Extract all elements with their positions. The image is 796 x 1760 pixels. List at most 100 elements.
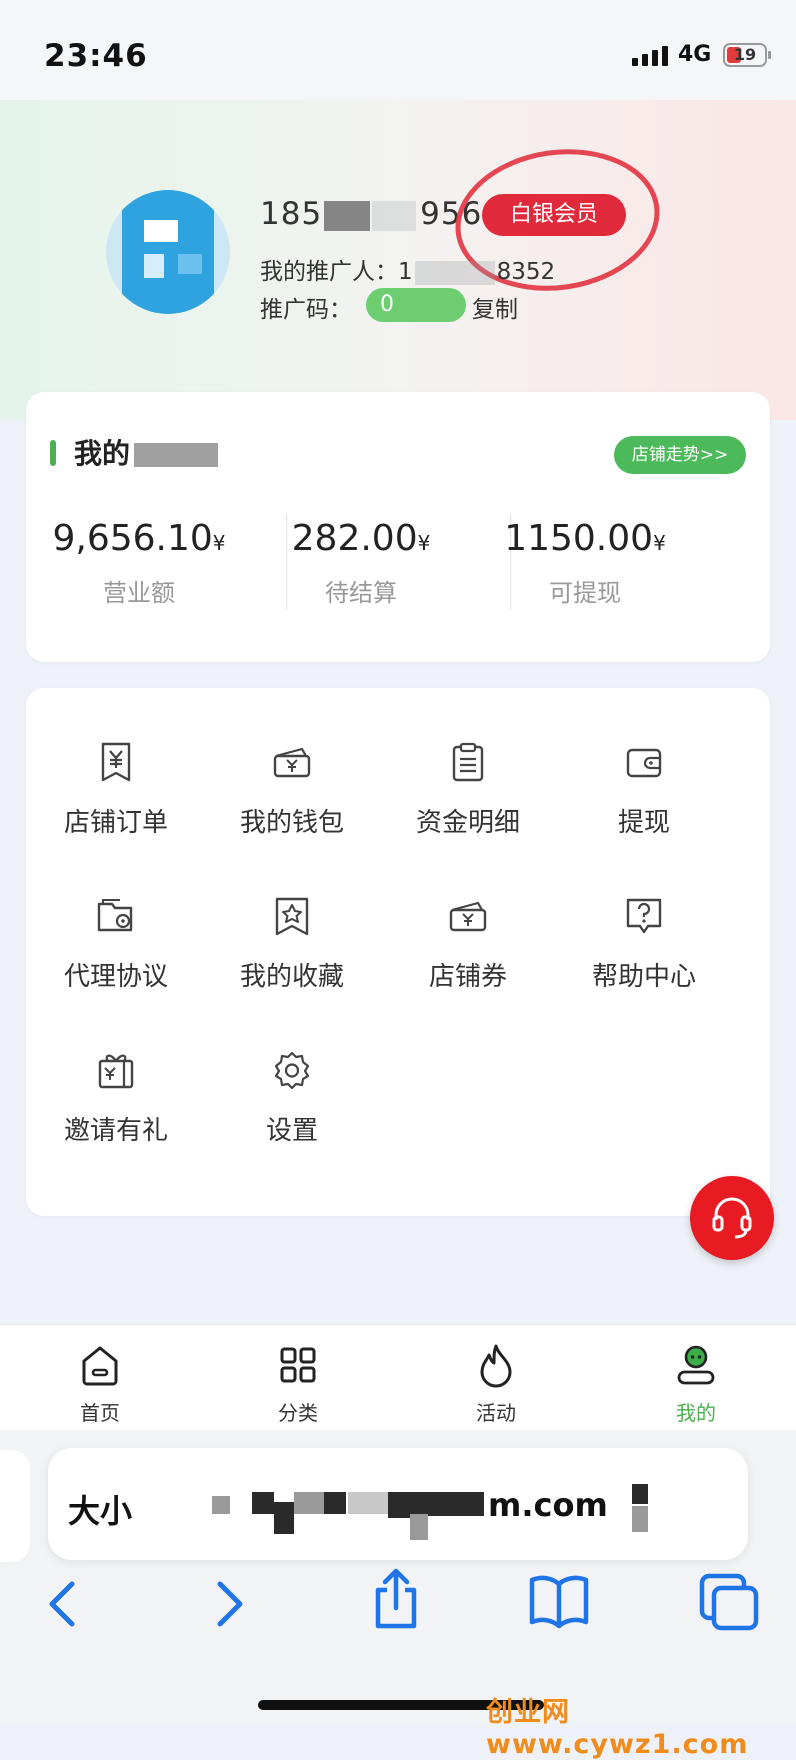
coupon-yen-icon: [449, 901, 487, 932]
menu-item-settings[interactable]: 设置: [204, 1048, 380, 1147]
shop-summary-card: 我的 店铺走势>> 9,656.10¥ 营业额 282.00¥ 待结算 1150…: [26, 392, 770, 662]
tabs-icon: [699, 1573, 759, 1631]
gift-yen-icon: [98, 1054, 134, 1089]
promo-code-label: 推广码：: [260, 297, 352, 323]
book-icon: [529, 1575, 589, 1629]
redaction: [324, 200, 371, 231]
home-icon: [82, 1346, 118, 1386]
redaction: [632, 1506, 648, 1532]
menu-item-label: 资金明细: [415, 808, 520, 838]
network-type: 4G: [678, 42, 712, 67]
function-grid-card: 店铺订单 我的钱包 资金明细 提现 代理协议 我的收藏 店铺券 帮助中心 邀请有…: [26, 688, 770, 1216]
shop-title: 我的: [74, 432, 219, 472]
help-chat-icon: [626, 898, 662, 934]
currency-symbol: ¥: [212, 531, 226, 555]
redaction: [632, 1484, 648, 1504]
redaction: [252, 1492, 274, 1514]
stat-label: 营业额: [103, 579, 175, 607]
promoter-label: 我的推广人：: [260, 259, 398, 285]
tab-label: 首页: [80, 1401, 120, 1425]
menu-item-label: 我的钱包: [239, 808, 344, 838]
stat-value: 1150.00: [504, 518, 654, 559]
flame-icon: [480, 1344, 512, 1388]
menu-item-label: 代理协议: [63, 962, 168, 992]
bookmarks-button[interactable]: [528, 1570, 590, 1630]
browser-chrome: 大小 m.com: [0, 1430, 796, 1723]
status-time: 23:46: [44, 38, 148, 74]
menu-item-agent-agreement[interactable]: 代理协议: [28, 894, 204, 993]
menu-item-label: 邀请有礼: [63, 1116, 168, 1146]
menu-item-label: 我的收藏: [239, 962, 344, 992]
status-bar: 23:46 4G 19: [0, 0, 796, 100]
wallet-ticket-icon: [273, 747, 311, 778]
gear-icon: [274, 1051, 310, 1090]
member-level-badge[interactable]: 白银会员: [482, 194, 626, 236]
redaction: [410, 1514, 428, 1540]
stat-label: 可提现: [549, 579, 621, 607]
signal-icon: [632, 46, 668, 66]
url-domain: m.com: [488, 1486, 608, 1524]
menu-item-label: 提现: [617, 808, 670, 838]
headset-icon: [712, 1197, 752, 1239]
battery-icon: 19: [723, 43, 771, 67]
chevron-left-icon: [49, 1581, 75, 1627]
redaction: [414, 260, 495, 285]
menu-item-favorites[interactable]: 我的收藏: [204, 894, 380, 993]
avatar[interactable]: [106, 190, 230, 314]
stat-value: 282.00: [291, 518, 418, 559]
menu-item-invite-gift[interactable]: 邀请有礼: [28, 1048, 204, 1147]
share-button[interactable]: [370, 1566, 422, 1632]
back-button[interactable]: [44, 1576, 80, 1632]
tab-home[interactable]: 首页: [40, 1341, 160, 1426]
tab-activities[interactable]: 活动: [436, 1341, 556, 1426]
redaction: [134, 443, 219, 467]
redaction: [324, 1492, 346, 1514]
folder-agreement-icon: [97, 899, 133, 932]
menu-item-my-wallet[interactable]: 我的钱包: [204, 740, 380, 839]
currency-symbol: ¥: [653, 531, 666, 555]
share-icon: [375, 1568, 417, 1629]
phone-prefix: 185: [260, 196, 323, 232]
menu-item-fund-details[interactable]: 资金明细: [380, 740, 556, 839]
previous-tab-edge[interactable]: [0, 1450, 30, 1562]
menu-item-shop-orders[interactable]: 店铺订单: [28, 740, 204, 839]
grid-icon: [280, 1347, 316, 1383]
menu-item-label: 店铺订单: [63, 808, 168, 838]
url-prefix: 大小: [68, 1492, 133, 1530]
menu-item-label: 设置: [265, 1116, 318, 1146]
user-icon: [677, 1345, 715, 1385]
stat-withdrawable[interactable]: 1150.00¥ 可提现: [472, 518, 698, 608]
copy-button[interactable]: 复制: [472, 290, 518, 324]
shop-trend-button[interactable]: 店铺走势>>: [614, 436, 746, 474]
tab-categories[interactable]: 分类: [238, 1341, 358, 1426]
redaction: [294, 1492, 324, 1514]
promoter-prefix: 1: [398, 259, 413, 285]
tabs-button[interactable]: [698, 1572, 760, 1632]
menu-item-help-center[interactable]: 帮助中心: [556, 894, 732, 993]
stat-value: 9,656.10: [52, 518, 213, 559]
wallet-icon: [626, 748, 662, 778]
address-bar[interactable]: 大小 m.com: [48, 1448, 748, 1560]
section-marker: [50, 440, 56, 466]
promoter-suffix: 8352: [496, 259, 556, 285]
tab-label: 我的: [676, 1401, 716, 1425]
stat-pending[interactable]: 282.00¥ 待结算: [248, 518, 474, 608]
stat-revenue[interactable]: 9,656.10¥ 营业额: [26, 518, 252, 608]
promoter-row: 我的推广人：1 8352: [260, 252, 555, 286]
tab-label: 活动: [476, 1401, 516, 1425]
promo-code-value: 0: [366, 288, 466, 322]
redaction: [274, 1502, 294, 1534]
customer-service-button[interactable]: [690, 1176, 774, 1260]
tab-mine[interactable]: 我的: [636, 1341, 756, 1426]
bottom-tab-bar: 首页 分类 活动 我的: [0, 1324, 796, 1431]
redaction: [372, 200, 417, 231]
redaction: [348, 1492, 388, 1514]
forward-button[interactable]: [212, 1576, 248, 1632]
shop-title-text: 我的: [74, 437, 131, 470]
stat-label: 待结算: [325, 579, 397, 607]
chevron-right-icon: [217, 1581, 243, 1627]
menu-item-withdraw[interactable]: 提现: [556, 740, 732, 839]
promo-code-text: 0: [380, 292, 394, 317]
menu-item-shop-coupons[interactable]: 店铺券: [380, 894, 556, 993]
receipt-yen-icon: [101, 742, 131, 782]
